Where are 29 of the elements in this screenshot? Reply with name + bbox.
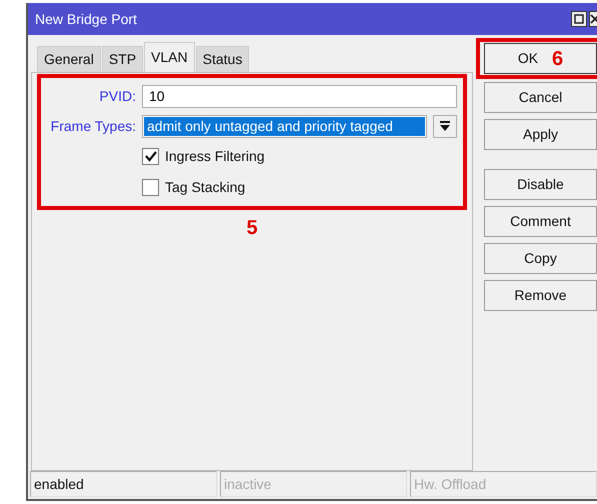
field-label: PVID: xyxy=(98,86,136,106)
field-label: Frame Types: xyxy=(50,116,136,136)
status-field: inactive xyxy=(220,471,407,497)
dialog-button[interactable]: Cancel xyxy=(484,82,597,113)
window-title: New Bridge Port xyxy=(35,10,137,29)
pvid-field[interactable]: 10 xyxy=(142,84,457,108)
dialog-button[interactable]: Copy xyxy=(484,243,597,274)
dropdown-arrow-icon xyxy=(440,120,450,132)
maximize-icon[interactable] xyxy=(571,11,587,27)
tab[interactable]: STP xyxy=(102,46,144,72)
dialog-button[interactable]: Remove xyxy=(484,280,597,311)
close-icon[interactable] xyxy=(589,11,597,27)
annotation-number: 6 xyxy=(552,46,564,72)
checkbox-label: Tag Stacking xyxy=(165,178,246,197)
checkbox[interactable] xyxy=(142,148,159,165)
dropdown-button[interactable] xyxy=(433,114,457,138)
annotation-number: 5 xyxy=(246,217,258,239)
status-field: enabled xyxy=(30,471,217,497)
tab[interactable]: VLAN xyxy=(144,42,195,72)
status-field: Hw. Offload xyxy=(410,471,597,497)
checkbox-label: Ingress Filtering xyxy=(165,147,265,166)
tab[interactable]: General xyxy=(37,46,101,72)
frame-types-dropdown[interactable]: admit only untagged and priority tagged xyxy=(142,114,427,138)
tab[interactable]: Status xyxy=(196,46,250,72)
dialog-button[interactable]: Disable xyxy=(484,169,597,200)
checkbox[interactable] xyxy=(142,179,159,196)
dialog-button[interactable]: Apply xyxy=(484,119,597,150)
dialog-button[interactable]: Comment xyxy=(484,206,597,237)
ok-button[interactable]: OK 6 xyxy=(484,43,597,74)
